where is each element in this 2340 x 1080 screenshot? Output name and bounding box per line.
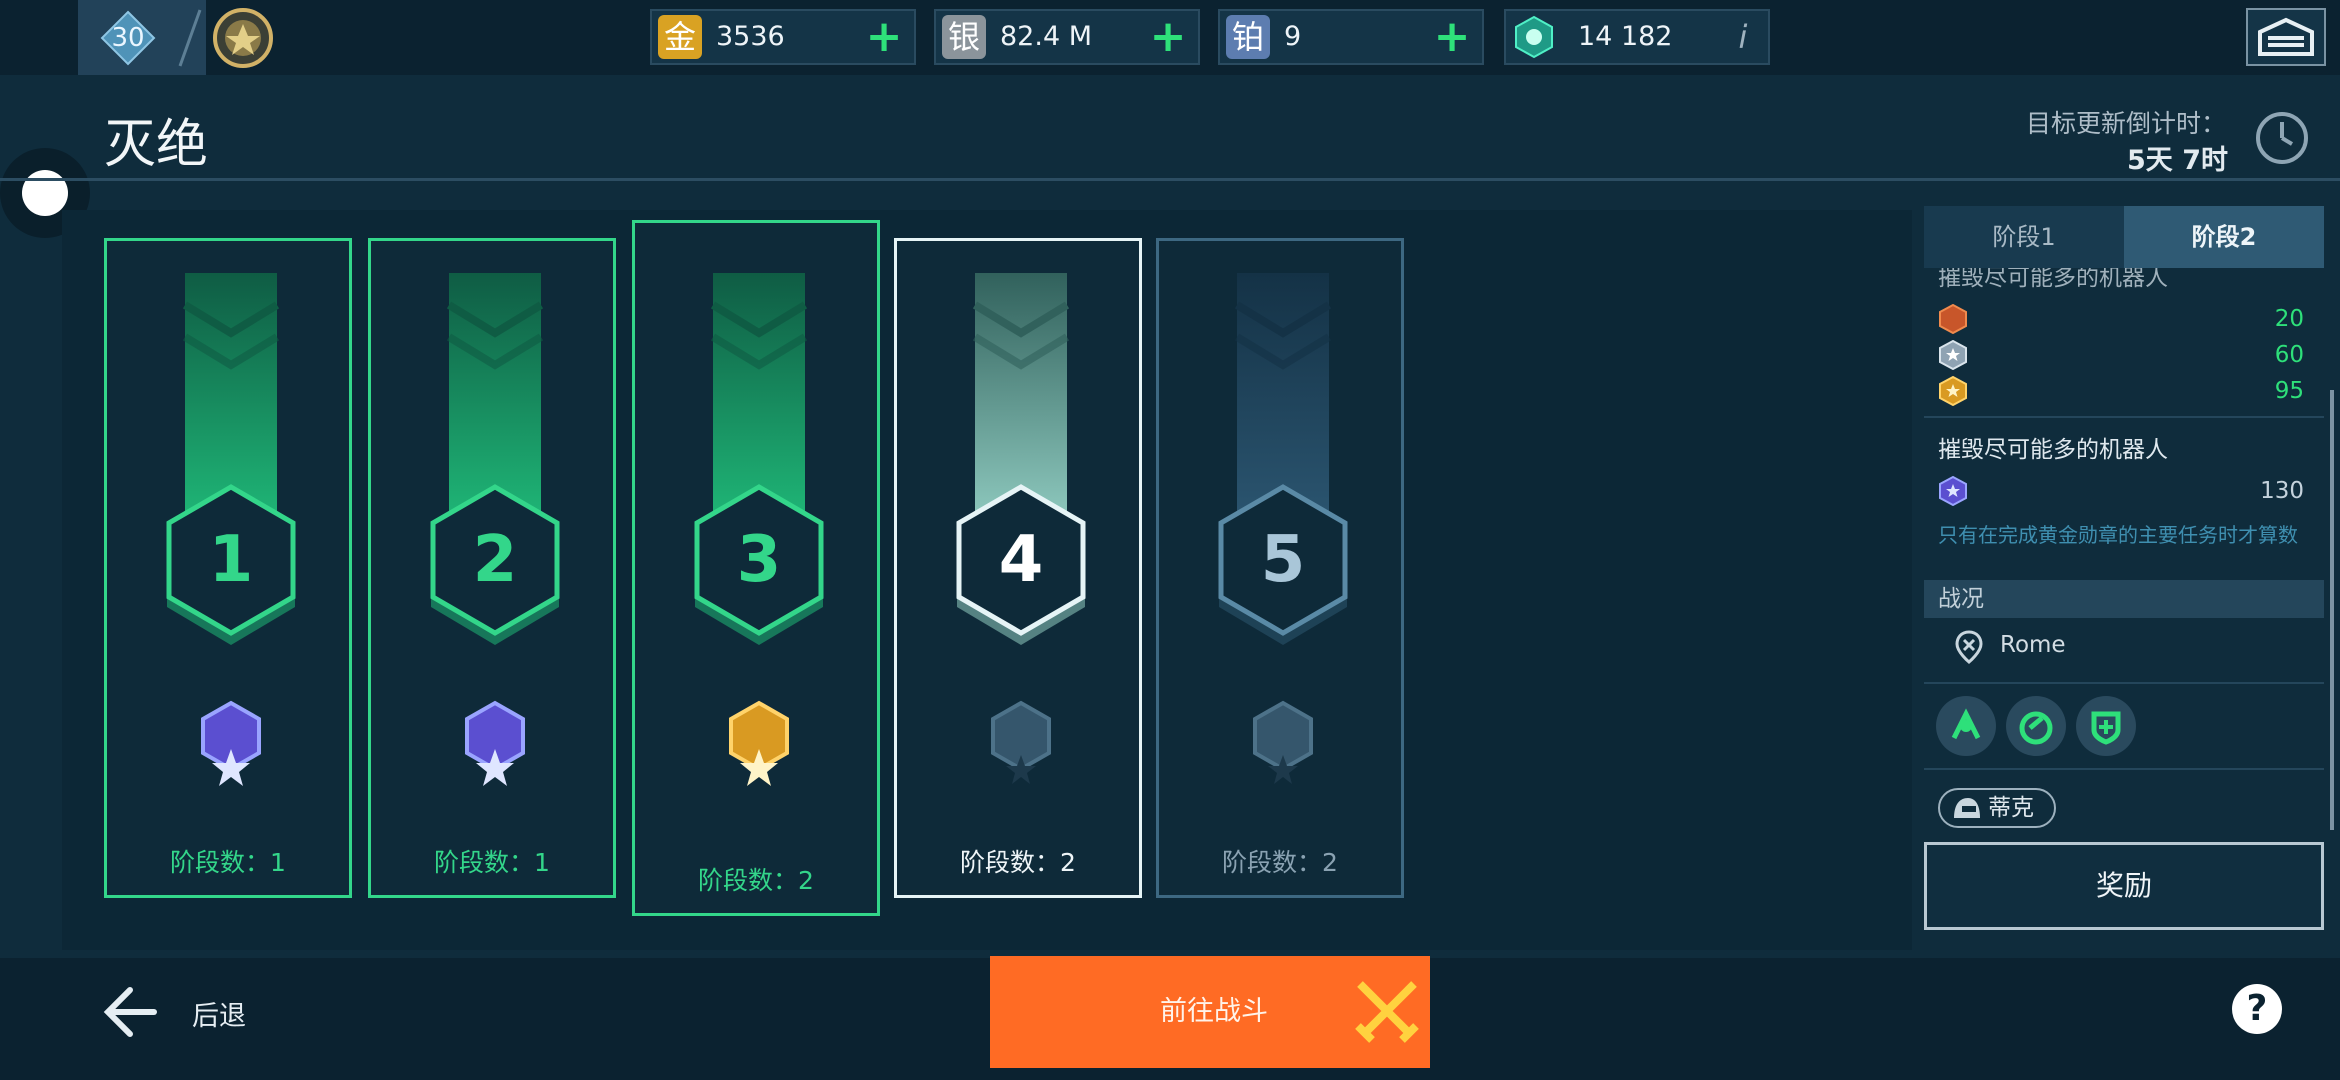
battle-button-label: 前往战斗 xyxy=(1160,996,1268,1027)
tab-stage-1[interactable]: 阶段1 xyxy=(1924,206,2124,268)
back-arrow-icon[interactable] xyxy=(100,984,158,1040)
panel-divider xyxy=(1924,416,2324,418)
stage-count-label: 阶段数：1 xyxy=(434,848,550,877)
gold-medal-icon xyxy=(1939,376,1967,406)
platinum-resource: 铂 9 + xyxy=(1218,9,1484,65)
back-button-label[interactable]: 后退 xyxy=(192,994,246,1033)
platinum-note: 只有在完成黄金勋章的主要任务时才算数 xyxy=(1938,523,2298,547)
silver-threshold: 60 xyxy=(2274,342,2304,368)
stage-count-label: 阶段数：2 xyxy=(698,866,814,895)
countdown-value: 5天 7时 xyxy=(2127,145,2228,176)
go-to-battle-button[interactable]: 前往战斗 xyxy=(990,956,1430,1068)
panel-divider xyxy=(1924,768,2324,770)
reward-row-platinum: 130 xyxy=(1938,474,2314,508)
stage-card-5[interactable]: 5 阶段数：2 xyxy=(1156,238,1404,898)
gold-value: 3536 xyxy=(716,21,785,52)
reward-row-silver: 60 xyxy=(1938,338,2314,372)
stage-card-2[interactable]: 2 阶段数：1 xyxy=(368,238,616,898)
hangar-button[interactable] xyxy=(2246,8,2326,66)
add-gold-button[interactable]: + xyxy=(864,15,904,59)
pilot-helmet-icon xyxy=(1954,798,1980,818)
header-divider xyxy=(0,178,2340,181)
gold-threshold: 95 xyxy=(2274,378,2304,404)
battle-section-label: 战况 xyxy=(1938,586,1984,612)
page-title: 灭绝 xyxy=(104,115,209,175)
silver-medal-icon xyxy=(1939,340,1967,370)
map-location: Rome xyxy=(2000,632,2066,658)
player-level: 30 xyxy=(111,23,145,53)
platinum-threshold: 130 xyxy=(2260,478,2304,504)
countdown-label: 目标更新倒计时： xyxy=(2025,109,2226,138)
platinum-icon: 铂 xyxy=(1226,15,1270,59)
silver-resource: 银 82.4 M + xyxy=(934,9,1200,65)
divider-slash xyxy=(178,9,202,67)
stage-tabs: 阶段1 阶段2 xyxy=(1924,206,2324,268)
key-token-resource: 14 182 i xyxy=(1504,9,1770,65)
stage-card-4[interactable]: 4 阶段数：2 xyxy=(894,238,1142,898)
pilot-tag[interactable]: 蒂克 xyxy=(1938,788,2056,828)
stage-number: 4 xyxy=(998,523,1044,597)
stage-card-3[interactable]: 3 阶段数：2 xyxy=(632,220,880,916)
gold-icon: 金 xyxy=(658,15,702,59)
location-pin-icon xyxy=(1955,630,1983,664)
stage-card-1[interactable]: 1 阶段数：1 xyxy=(104,238,352,898)
task-title: 摧毁尽可能多的机器人 xyxy=(1938,437,2168,463)
gold-resource: 金 3536 + xyxy=(650,9,916,65)
league-emblem-icon[interactable] xyxy=(208,6,278,70)
platinum-value: 9 xyxy=(1284,21,1302,52)
stage-count-label: 阶段数：2 xyxy=(1222,848,1338,877)
stage-number: 2 xyxy=(472,523,518,597)
crossed-swords-icon xyxy=(1355,981,1419,1043)
bronze-threshold: 20 xyxy=(2274,306,2304,332)
shield-repair-icon[interactable] xyxy=(2076,696,2136,756)
battle-section-header: 战况 xyxy=(1924,580,2324,618)
platinum-medal-icon xyxy=(1939,476,1967,506)
tab-stage-2[interactable]: 阶段2 xyxy=(2124,206,2324,268)
key-token-icon xyxy=(1515,15,1553,59)
key-token-info-button[interactable]: i xyxy=(1728,15,1758,59)
stage-number: 3 xyxy=(736,523,782,597)
objectives-panel[interactable]: 摧毁尽可能多的机器人 20 60 95 摧毁尽可能多的机器人 130 只有在完成… xyxy=(1924,268,2324,836)
reward-row-bronze: 20 xyxy=(1938,302,2314,336)
key-token-value: 14 182 xyxy=(1578,21,1673,52)
dash-boost-icon[interactable] xyxy=(2006,696,2066,756)
silver-icon: 银 xyxy=(942,15,986,59)
stage-count-label: 阶段数：2 xyxy=(960,848,1076,877)
pilot-name: 蒂克 xyxy=(1988,795,2034,821)
silver-value: 82.4 M xyxy=(1000,21,1092,52)
heal-boost-icon[interactable] xyxy=(1936,696,1996,756)
add-silver-button[interactable]: + xyxy=(1148,15,1188,59)
panel-divider xyxy=(1924,682,2324,684)
hangar-icon xyxy=(2258,17,2314,56)
bronze-medal-icon xyxy=(1939,304,1967,334)
stage-number: 1 xyxy=(208,523,254,597)
stage-number: 5 xyxy=(1260,523,1306,597)
clock-icon xyxy=(2256,112,2308,164)
stage-count-label: 阶段数：1 xyxy=(170,848,286,877)
rewards-button[interactable]: 奖励 xyxy=(1924,842,2324,930)
panel-scrollbar[interactable] xyxy=(2330,390,2334,830)
cut-off-task-title: 摧毁尽可能多的机器人 xyxy=(1938,268,2168,291)
add-platinum-button[interactable]: + xyxy=(1432,15,1472,59)
help-button[interactable]: ? xyxy=(2232,984,2282,1034)
reward-row-gold: 95 xyxy=(1938,374,2314,408)
